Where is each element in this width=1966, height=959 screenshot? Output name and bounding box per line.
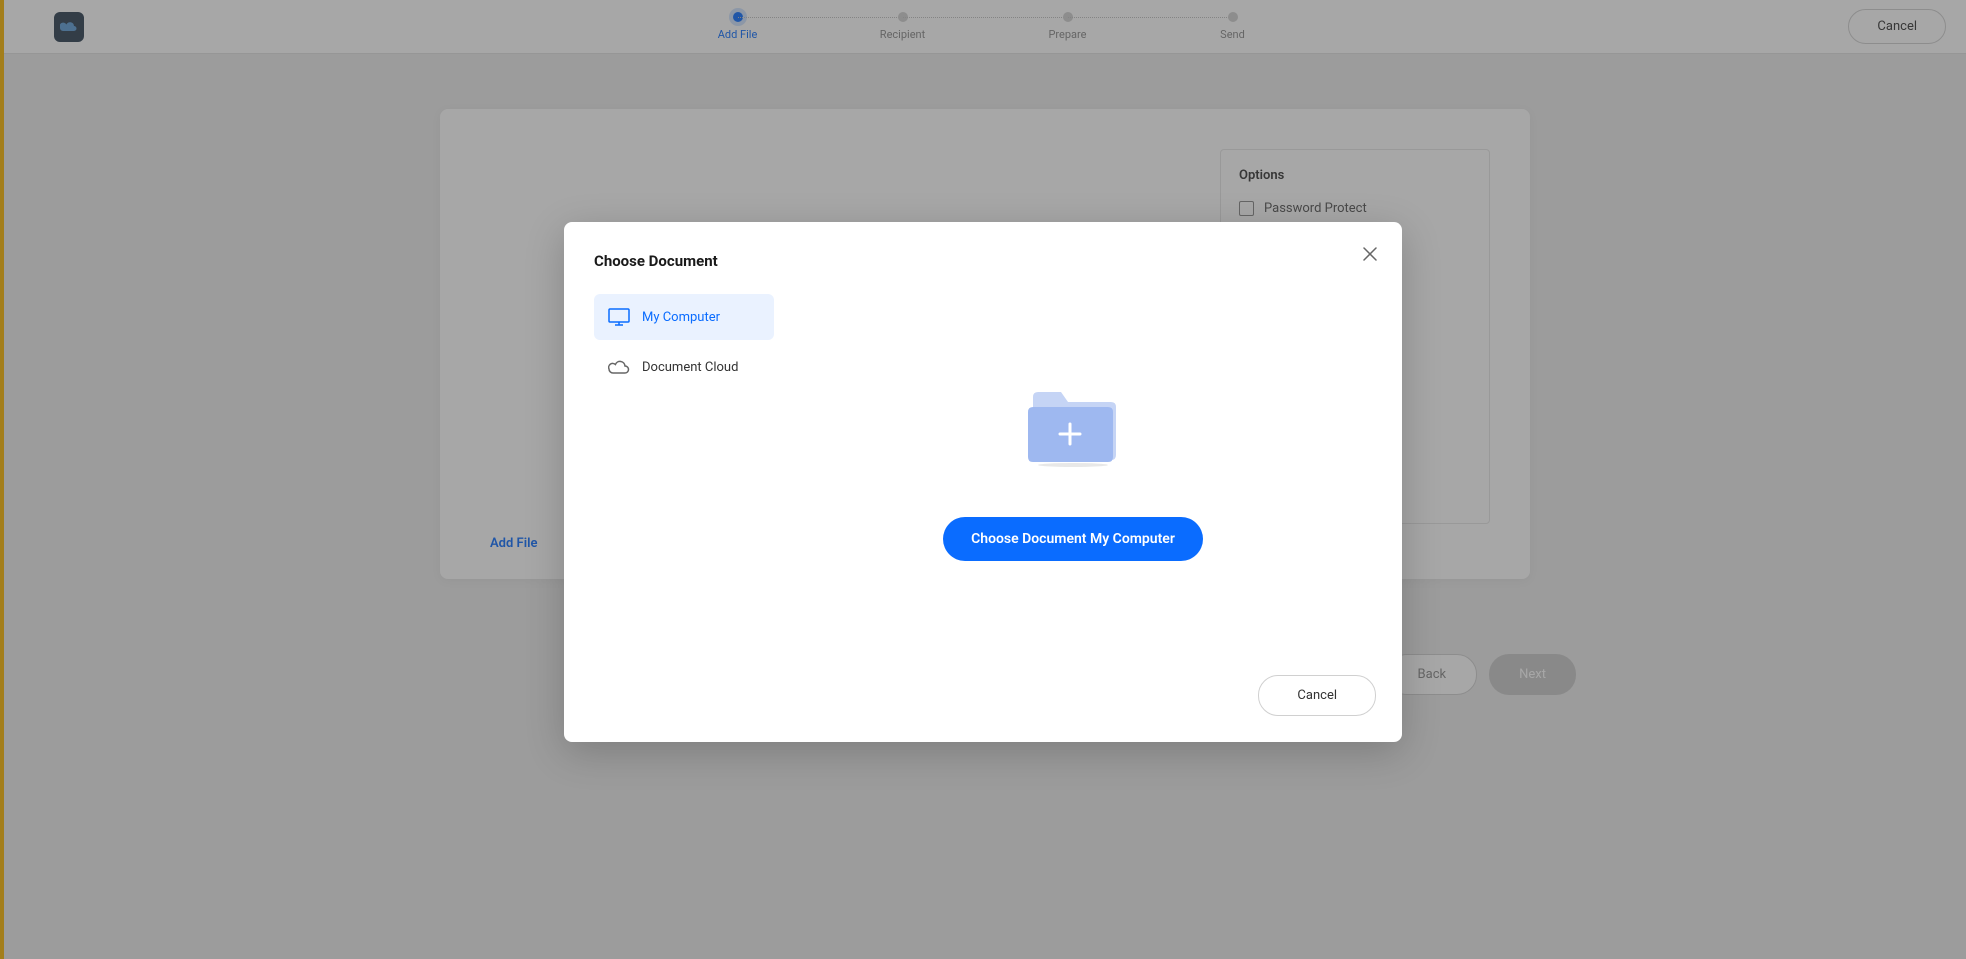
source-label: My Computer (642, 310, 720, 325)
drop-area: Choose Document My Computer (774, 294, 1372, 654)
source-document-cloud[interactable]: Document Cloud (594, 344, 774, 390)
modal-overlay[interactable]: Choose Document My Computer Document Clo… (0, 0, 1966, 959)
modal-title: Choose Document (594, 252, 1372, 270)
choose-document-button[interactable]: Choose Document My Computer (943, 517, 1203, 561)
cloud-icon (608, 356, 630, 378)
source-list: My Computer Document Cloud (594, 294, 774, 654)
choose-document-modal: Choose Document My Computer Document Clo… (564, 222, 1402, 742)
modal-cancel-button[interactable]: Cancel (1258, 675, 1376, 716)
folder-plus-icon (1023, 387, 1123, 467)
source-label: Document Cloud (642, 360, 738, 375)
modal-body: My Computer Document Cloud (594, 294, 1372, 654)
close-icon[interactable] (1358, 242, 1382, 266)
modal-footer: Cancel (1258, 675, 1376, 716)
computer-icon (608, 306, 630, 328)
source-my-computer[interactable]: My Computer (594, 294, 774, 340)
